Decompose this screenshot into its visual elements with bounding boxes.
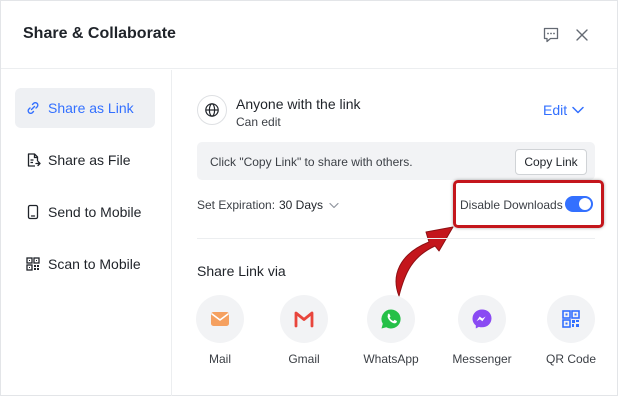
copy-link-box: Click "Copy Link" to share with others. … [197,142,595,180]
file-export-icon [25,152,41,168]
share-option-label: Mail [208,352,231,366]
globe-icon [197,95,227,125]
share-option-mail[interactable]: Mail [182,295,258,375]
share-via-title: Share Link via [197,263,286,279]
feedback-icon[interactable] [541,25,561,45]
qr-code-icon [547,295,595,343]
whatsapp-icon [367,295,415,343]
messenger-icon [458,295,506,343]
copy-link-hint: Click "Copy Link" to share with others. [210,155,413,169]
close-icon[interactable] [572,25,592,45]
sidebar-item-share-as-link[interactable]: Share as Link [15,88,155,128]
sidebar-item-label: Share as File [48,152,131,168]
copy-link-button[interactable]: Copy Link [515,149,587,175]
link-icon [25,100,41,116]
mail-icon [196,295,244,343]
sidebar-item-label: Share as Link [48,100,134,116]
sidebar: Share as Link Share as File Send to Mobi… [1,70,172,396]
qr-code-icon [25,256,41,272]
highlight-box [453,180,604,228]
share-option-messenger[interactable]: Messenger [444,295,520,375]
divider [197,238,595,239]
share-option-qr-code[interactable]: QR Code [533,295,609,375]
permission-title: Anyone with the link [236,96,361,112]
dialog-header: Share & Collaborate [1,1,617,69]
permission-subtitle: Can edit [236,115,281,129]
share-option-whatsapp[interactable]: WhatsApp [353,295,429,375]
share-option-label: Messenger [452,352,512,366]
expiration-select[interactable]: 30 Days [279,198,339,212]
expiration-value: 30 Days [279,198,324,212]
chevron-down-icon [329,202,339,208]
sidebar-item-share-as-file[interactable]: Share as File [15,140,155,180]
mobile-icon [25,204,41,220]
sidebar-item-send-to-mobile[interactable]: Send to Mobile [15,192,155,232]
sidebar-item-scan-to-mobile[interactable]: Scan to Mobile [15,244,155,284]
share-dialog: Share & Collaborate Share as Link Share … [0,0,618,396]
share-option-gmail[interactable]: Gmail [266,295,342,375]
share-option-label: Gmail [288,352,320,366]
share-link-panel: Anyone with the link Can edit Edit Click… [173,70,617,396]
sidebar-item-label: Scan to Mobile [48,256,141,272]
red-arrow-annotation [395,226,454,297]
gmail-icon [280,295,328,343]
edit-permission-label: Edit [543,102,568,118]
sidebar-item-label: Send to Mobile [48,204,142,220]
expiration-label: Set Expiration: [197,198,276,212]
dialog-title: Share & Collaborate [23,25,176,42]
share-option-label: QR Code [545,352,597,366]
chevron-down-icon [572,106,584,114]
edit-permission-button[interactable]: Edit [543,102,584,118]
share-option-label: WhatsApp [363,352,419,366]
